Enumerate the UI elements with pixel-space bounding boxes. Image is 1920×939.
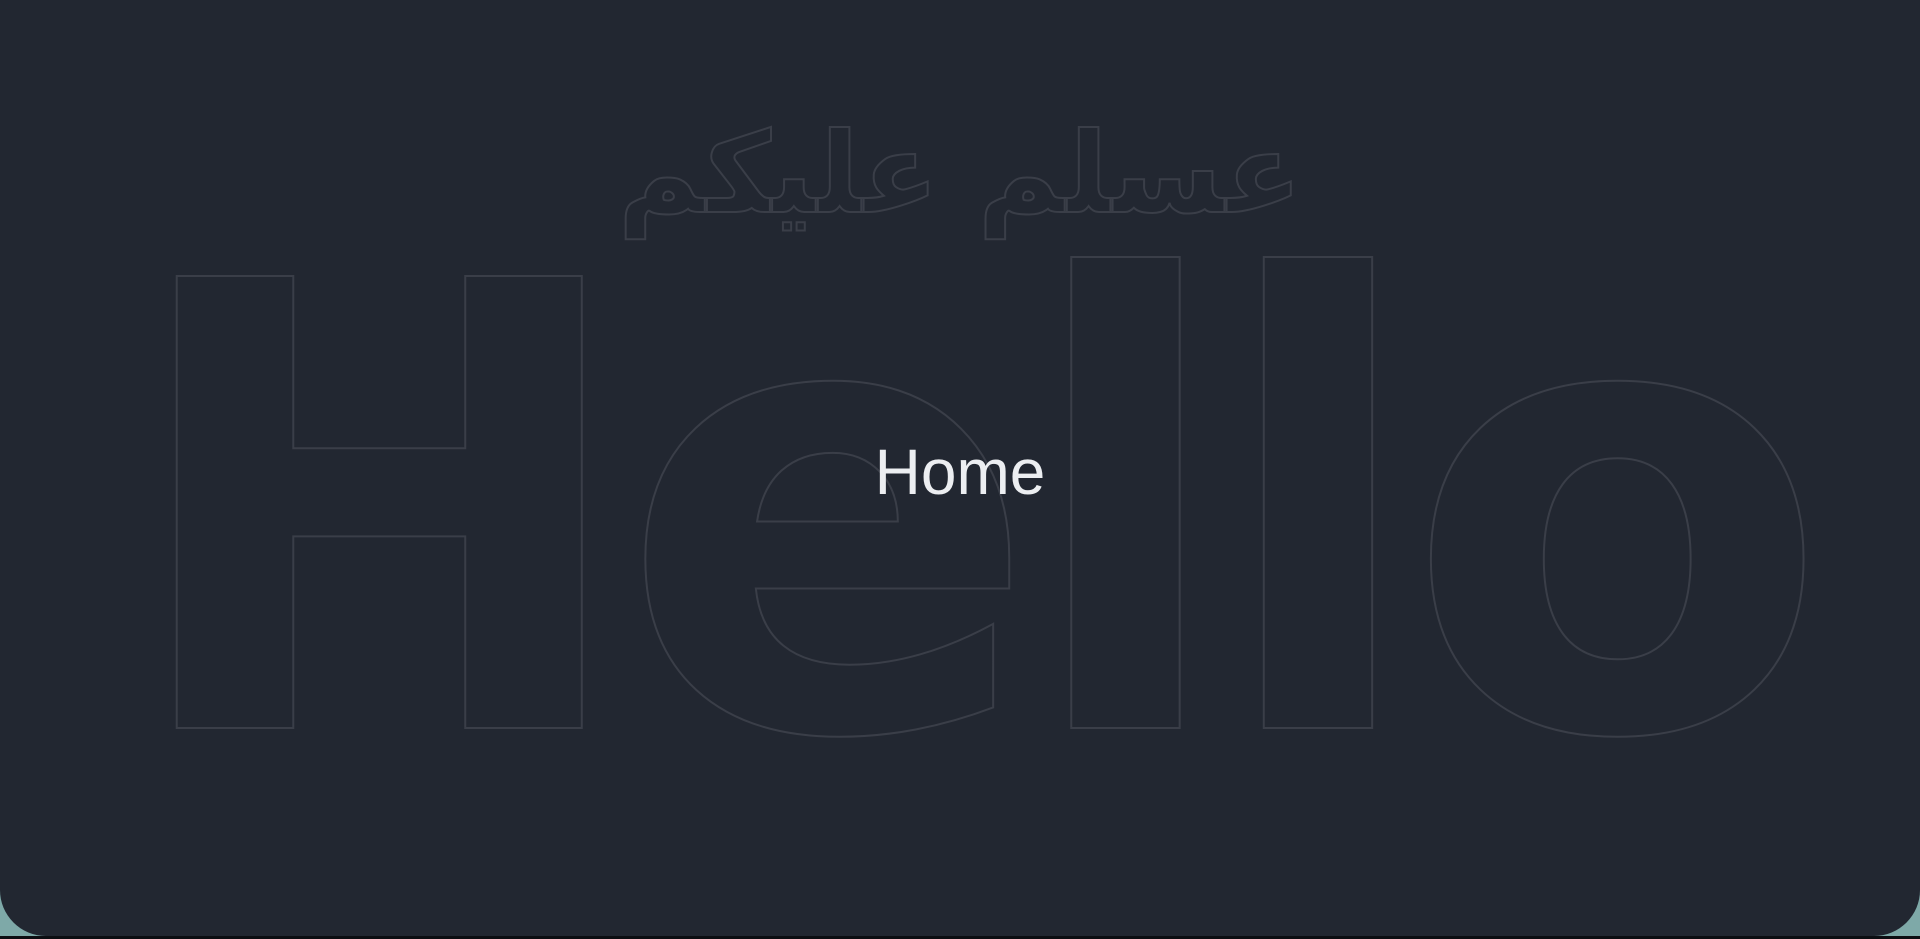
home-page: عسلم عليكم Hello Home: [0, 0, 1920, 936]
greeting-latin-outline: Hello: [120, 154, 1811, 875]
page-title: Home: [874, 436, 1046, 508]
